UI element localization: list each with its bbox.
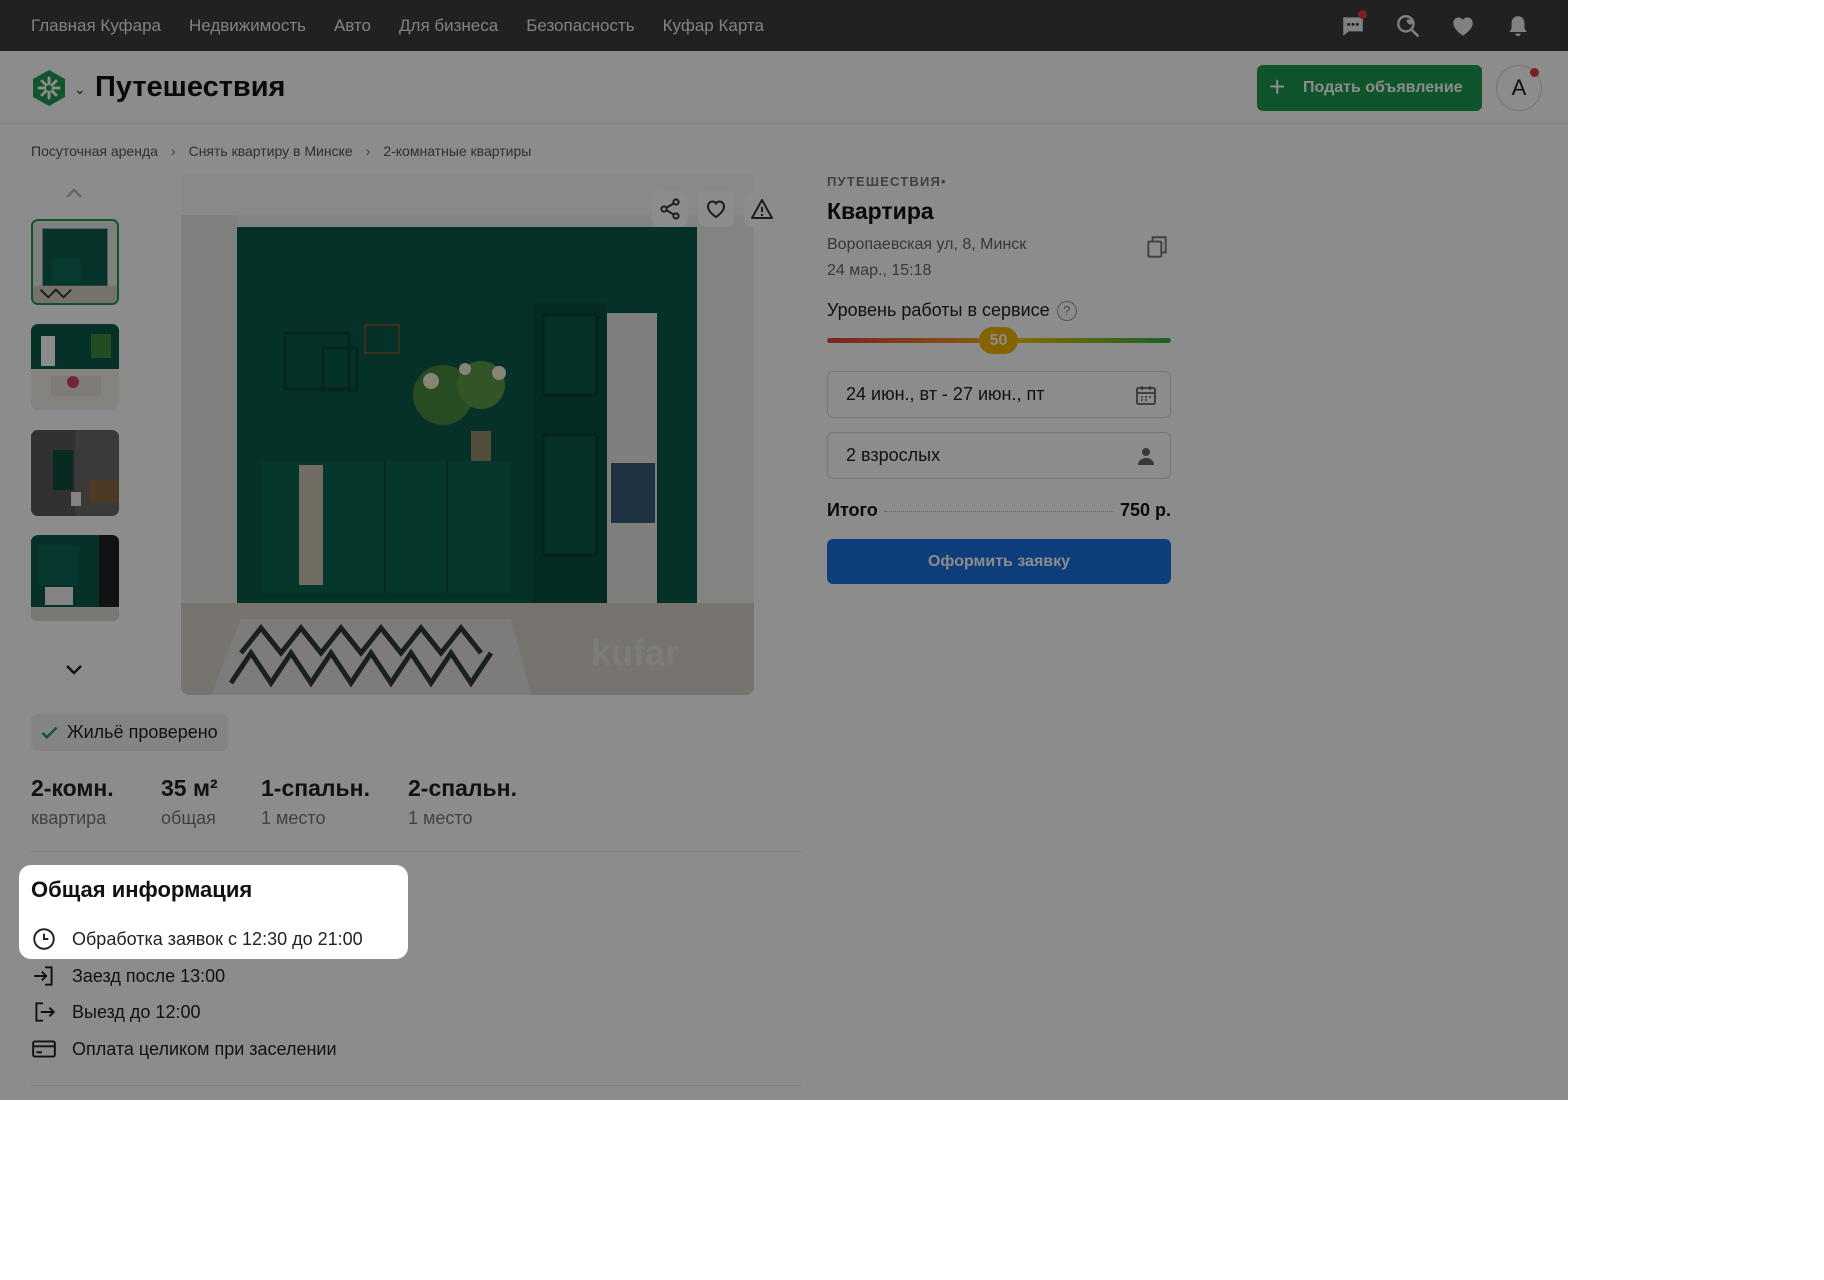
thumbnail-3[interactable] — [31, 430, 119, 516]
guests-field[interactable]: 2 взрослых — [827, 432, 1171, 479]
thumbnails-up-icon[interactable] — [62, 183, 86, 203]
chevron-down-icon[interactable]: ⌄ — [74, 81, 86, 98]
main-photo[interactable]: kufar — [181, 173, 754, 695]
total-label: Итого — [827, 500, 878, 520]
share-icon — [660, 198, 680, 220]
service-level-value: 50 — [979, 327, 1018, 354]
notification-dot — [1530, 68, 1539, 77]
info-row-text: Заезд после 13:00 — [72, 965, 226, 986]
service-level-text: Уровень работы в сервисе — [827, 300, 1050, 320]
service-level-label: Уровень работы в сервисе ? — [827, 300, 1077, 321]
share-button[interactable] — [652, 191, 688, 227]
clock-icon — [33, 928, 55, 950]
stat-value: 35 м² — [161, 775, 218, 801]
stat-rooms: 2-комн. квартира — [31, 775, 114, 829]
nav-link-business[interactable]: Для бизнеса — [399, 16, 498, 36]
stat-label: общая — [161, 808, 216, 828]
thumbnail-2[interactable] — [31, 324, 119, 410]
page-title: Путешествия — [95, 71, 286, 103]
watermark-text: kufar — [591, 632, 679, 673]
guests-value: 2 взрослых — [846, 445, 941, 465]
breadcrumb-item[interactable]: Посуточная аренда — [31, 143, 158, 159]
nav-link-auto[interactable]: Авто — [334, 16, 371, 36]
info-row-processing: Обработка заявок с 12:30 до 21:00 — [31, 926, 363, 952]
divider — [31, 851, 801, 852]
kufar-logo-icon[interactable] — [30, 69, 68, 107]
stat-area: 35 м² общая — [161, 775, 218, 829]
nav-link-map[interactable]: Куфар Карта — [663, 16, 764, 36]
heart-icon[interactable] — [1446, 9, 1480, 43]
help-icon[interactable]: ? — [1056, 300, 1077, 321]
stat-label: квартира — [31, 808, 107, 828]
nav-link-security[interactable]: Безопасность — [526, 16, 634, 36]
breadcrumb-item[interactable]: 2-комнатные квартиры — [383, 143, 531, 159]
thumbnail-4[interactable] — [31, 535, 119, 621]
person-icon — [1138, 448, 1154, 465]
thumbnails-down-icon[interactable] — [62, 660, 86, 680]
breadcrumb-item[interactable]: Снять квартиру в Минске — [189, 143, 353, 159]
notification-dot — [1358, 10, 1367, 19]
info-row-check-in: Заезд после 13:00 — [31, 963, 225, 989]
breadcrumb: Посуточная аренда › Снять квартиру в Мин… — [31, 143, 531, 159]
check-in-icon — [34, 966, 53, 986]
dates-field[interactable]: 24 июн., вт - 27 июн., пт — [827, 371, 1171, 418]
avatar[interactable]: А — [1496, 65, 1542, 111]
listing-title: Квартира — [827, 198, 934, 224]
general-info-title: Общая информация — [31, 877, 253, 902]
listing-address: Воропаевская ул, 8, Минск — [827, 236, 1027, 253]
info-row-payment: Оплата целиком при заселении — [31, 1036, 337, 1062]
checkmark-icon — [41, 726, 58, 740]
heart-outline-icon — [706, 200, 726, 219]
verified-badge: Жильё проверено — [31, 714, 228, 751]
stat-value: 2-комн. — [31, 775, 114, 801]
search-heart-icon[interactable] — [1391, 9, 1425, 43]
total-row: Итого 750 р. — [827, 500, 1171, 521]
stat-bed-single: 1-спальн. 1 место — [261, 775, 370, 829]
avatar-letter: А — [1511, 75, 1527, 100]
listing-date: 24 мар., 15:18 — [827, 262, 932, 279]
post-ad-label: Подать объявление — [1303, 79, 1463, 96]
apartment-photo: kufar — [181, 173, 754, 695]
card-icon — [32, 1040, 56, 1058]
dotted-leader — [883, 511, 1114, 512]
info-row-text: Обработка заявок с 12:30 до 21:00 — [72, 928, 363, 949]
category-label: ПУТЕШЕСТВИЯ• — [827, 174, 947, 189]
bell-icon[interactable] — [1501, 9, 1535, 43]
stat-bed-double: 2-спальн. 1 место — [408, 775, 517, 829]
check-out-icon — [35, 1002, 56, 1022]
copy-icon[interactable] — [1144, 234, 1170, 260]
chevron-right-icon: › — [170, 143, 176, 159]
chat-icon[interactable] — [1336, 9, 1370, 43]
submit-request-button[interactable]: Оформить заявку — [827, 539, 1171, 584]
stat-value: 1-спальн. — [261, 775, 370, 801]
stat-value: 2-спальн. — [408, 775, 517, 801]
warning-icon — [751, 199, 773, 219]
divider — [31, 1085, 801, 1086]
photo-actions — [652, 191, 780, 227]
chevron-right-icon: › — [365, 143, 371, 159]
thumbnail-1[interactable] — [31, 219, 119, 305]
report-button[interactable] — [744, 191, 780, 227]
post-ad-button[interactable]: + Подать объявление — [1257, 65, 1482, 111]
total-value: 750 р. — [1119, 500, 1171, 520]
dates-value: 24 июн., вт - 27 июн., пт — [846, 384, 1045, 404]
favorite-button[interactable] — [698, 191, 734, 227]
page-header: ⌄ Путешествия + Подать объявление А — [0, 51, 1568, 124]
info-row-check-out: Выезд до 12:00 — [31, 999, 200, 1025]
nav-link-realty[interactable]: Недвижимость — [189, 16, 306, 36]
info-row-text: Выезд до 12:00 — [72, 1001, 201, 1022]
top-navigation-bar: Главная Куфара Недвижимость Авто Для биз… — [0, 0, 1568, 51]
verified-label: Жильё проверено — [67, 722, 218, 742]
nav-link-main[interactable]: Главная Куфара — [31, 16, 161, 36]
calendar-icon — [1136, 386, 1156, 405]
info-row-text: Оплата целиком при заселении — [72, 1038, 337, 1059]
stat-label: 1 место — [261, 808, 326, 828]
plus-icon: + — [1269, 71, 1286, 102]
stat-label: 1 место — [408, 808, 473, 828]
